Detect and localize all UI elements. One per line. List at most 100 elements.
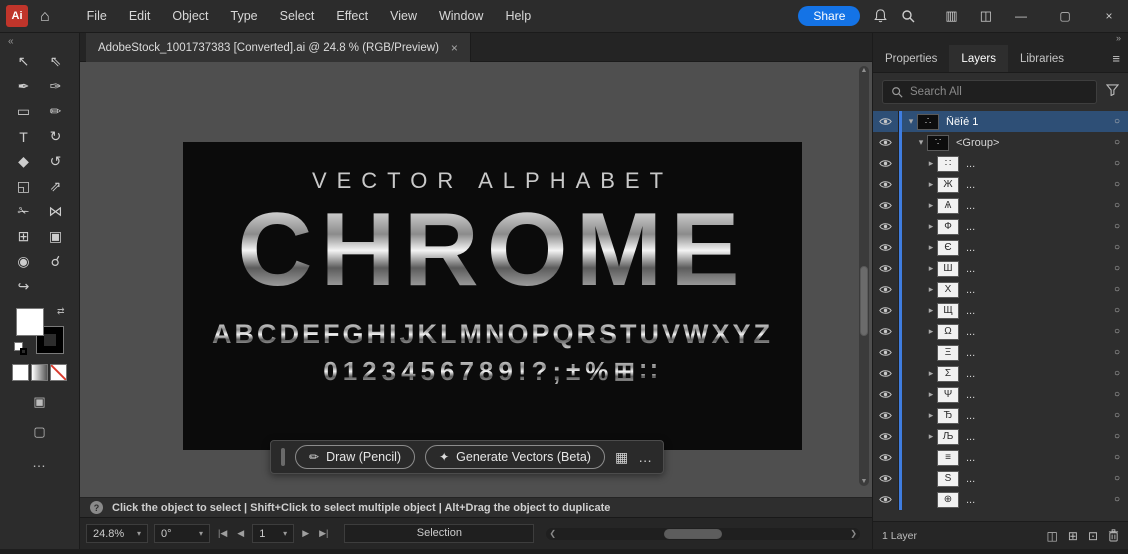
zoom-tool-icon[interactable]: ☌ <box>40 249 72 274</box>
artboard-number-dropdown[interactable]: 1 ▾ <box>252 524 295 543</box>
knife-tool-icon[interactable]: ✁ <box>8 199 40 224</box>
target-circle-icon[interactable]: ○ <box>1106 326 1128 337</box>
search-icon[interactable] <box>901 9 915 23</box>
visibility-eye-icon[interactable] <box>873 153 899 174</box>
layer-row[interactable]: ▸ Х... ○ <box>873 279 1128 300</box>
default-fill-stroke-icon[interactable] <box>14 343 27 355</box>
taskbar-more-icon[interactable]: … <box>638 449 653 465</box>
layer-name[interactable]: ... <box>966 305 1106 317</box>
layer-row[interactable]: Ξ... ○ <box>873 342 1128 363</box>
layer-row[interactable]: ▸ Σ... ○ <box>873 363 1128 384</box>
edit-toolbar-icon[interactable]: … <box>0 454 79 470</box>
target-circle-icon[interactable]: ○ <box>1106 116 1128 127</box>
menu-object[interactable]: Object <box>161 0 219 33</box>
zoom-level-dropdown[interactable]: 24.8% ▾ <box>86 524 148 543</box>
layer-name[interactable]: ... <box>966 494 1106 506</box>
visibility-eye-icon[interactable] <box>873 195 899 216</box>
window-maximize-button[interactable]: ▢ <box>1050 0 1080 33</box>
expand-chevron-icon[interactable]: ▸ <box>925 221 937 232</box>
eraser-tool-icon[interactable]: ◆ <box>8 149 40 174</box>
menu-edit[interactable]: Edit <box>118 0 162 33</box>
visibility-eye-icon[interactable] <box>873 237 899 258</box>
hand-tool-icon[interactable]: ↪ <box>8 274 40 299</box>
layer-name[interactable]: ... <box>966 221 1106 233</box>
visibility-eye-icon[interactable] <box>873 132 899 153</box>
target-circle-icon[interactable]: ○ <box>1106 284 1128 295</box>
layer-row[interactable]: ▾ ∴ Ñëîé 1 ○ <box>873 111 1128 132</box>
drawing-mode-button[interactable]: ▣ <box>0 394 79 410</box>
layer-name[interactable]: ... <box>966 263 1106 275</box>
layer-name[interactable]: ... <box>966 242 1106 254</box>
width-tool-icon[interactable]: ⋈ <box>40 199 72 224</box>
notifications-bell-icon[interactable] <box>874 9 888 23</box>
last-artboard-icon[interactable]: ▶| <box>317 528 330 539</box>
scale-tool-icon[interactable]: ◱ <box>8 174 40 199</box>
tab-libraries[interactable]: Libraries <box>1008 45 1076 72</box>
layer-name[interactable]: ... <box>966 410 1106 422</box>
scroll-down-icon[interactable]: ▼ <box>859 478 869 485</box>
expand-chevron-icon[interactable]: ▾ <box>905 116 917 127</box>
visibility-eye-icon[interactable] <box>873 447 899 468</box>
new-sublayer-icon[interactable]: ⊞ <box>1068 529 1078 543</box>
layer-row[interactable]: ▸ Љ... ○ <box>873 426 1128 447</box>
panel-menu-icon[interactable]: ≡ <box>1112 45 1120 73</box>
rotation-dropdown[interactable]: 0° ▾ <box>154 524 210 543</box>
new-layer-icon[interactable]: ⊡ <box>1088 529 1098 543</box>
search-input[interactable]: Search All <box>882 80 1097 104</box>
menu-file[interactable]: File <box>76 0 118 33</box>
visibility-eye-icon[interactable] <box>873 300 899 321</box>
scroll-left-icon[interactable]: ❮ <box>549 528 556 540</box>
expand-chevron-icon[interactable]: ▸ <box>925 242 937 253</box>
perspective-grid-tool-icon[interactable]: ⊞ <box>8 224 40 249</box>
layer-name[interactable]: ... <box>966 368 1106 380</box>
none-button[interactable] <box>51 365 66 380</box>
target-circle-icon[interactable]: ○ <box>1106 179 1128 190</box>
delete-layer-icon[interactable] <box>1108 529 1119 542</box>
arrange-documents-icon[interactable]: ▥ <box>945 8 957 24</box>
target-circle-icon[interactable]: ○ <box>1106 137 1128 148</box>
rotate-view-tool-icon[interactable]: ↺ <box>40 149 72 174</box>
rotate-tool-icon[interactable]: ↻ <box>40 124 72 149</box>
expand-chevron-icon[interactable]: ▸ <box>925 389 937 400</box>
canvas-area[interactable]: VECTOR ALPHABET CHROME ABCDEFGHIJKLMNOPQ… <box>80 62 872 497</box>
layer-name[interactable]: Ñëîé 1 <box>946 116 1106 128</box>
scroll-up-icon[interactable]: ▲ <box>859 67 869 74</box>
home-icon[interactable]: ⌂ <box>40 0 50 33</box>
menu-effect[interactable]: Effect <box>325 0 379 33</box>
vertical-scrollbar-thumb[interactable] <box>860 266 868 336</box>
expand-chevron-icon[interactable]: ▸ <box>925 179 937 190</box>
layer-row[interactable]: ▸ Ѧ... ○ <box>873 195 1128 216</box>
draw-pencil-button[interactable]: ✏ Draw (Pencil) <box>295 445 416 469</box>
expand-chevron-icon[interactable]: ▸ <box>925 431 937 442</box>
target-circle-icon[interactable]: ○ <box>1106 347 1128 358</box>
expand-chevron-icon[interactable]: ▾ <box>915 137 927 148</box>
swap-fill-stroke-icon[interactable]: ⇄ <box>57 306 65 317</box>
tab-properties[interactable]: Properties <box>873 45 949 72</box>
layer-row[interactable]: ▸ Щ... ○ <box>873 300 1128 321</box>
pen-tool-icon[interactable]: ✒ <box>8 74 40 99</box>
layer-name[interactable]: ... <box>966 158 1106 170</box>
layer-name[interactable]: ... <box>966 452 1106 464</box>
visibility-eye-icon[interactable] <box>873 363 899 384</box>
expand-chevron-icon[interactable]: ▸ <box>925 158 937 169</box>
visibility-eye-icon[interactable] <box>873 111 899 132</box>
window-close-button[interactable]: × <box>1094 0 1124 33</box>
layer-name[interactable]: ... <box>966 284 1106 296</box>
window-minimize-button[interactable]: — <box>1006 0 1036 33</box>
expand-chevron-icon[interactable]: ▸ <box>925 305 937 316</box>
menu-view[interactable]: View <box>379 0 428 33</box>
layer-row[interactable]: ▸ Ж... ○ <box>873 174 1128 195</box>
layer-row[interactable]: ▸ Ω... ○ <box>873 321 1128 342</box>
document-tab[interactable]: AdobeStock_1001737383 [Converted].ai @ 2… <box>86 33 471 62</box>
layer-row[interactable]: ▸ Ψ... ○ <box>873 384 1128 405</box>
share-button[interactable]: Share <box>798 6 861 26</box>
curvature-tool-icon[interactable]: ✑ <box>40 74 72 99</box>
layer-name[interactable]: ... <box>966 431 1106 443</box>
layer-name[interactable]: ... <box>966 179 1106 191</box>
layer-name[interactable]: ... <box>966 473 1106 485</box>
layer-row[interactable]: ▸ Ђ... ○ <box>873 405 1128 426</box>
menu-select[interactable]: Select <box>269 0 326 33</box>
layer-name[interactable]: ... <box>966 200 1106 212</box>
visibility-eye-icon[interactable] <box>873 258 899 279</box>
target-circle-icon[interactable]: ○ <box>1106 263 1128 274</box>
